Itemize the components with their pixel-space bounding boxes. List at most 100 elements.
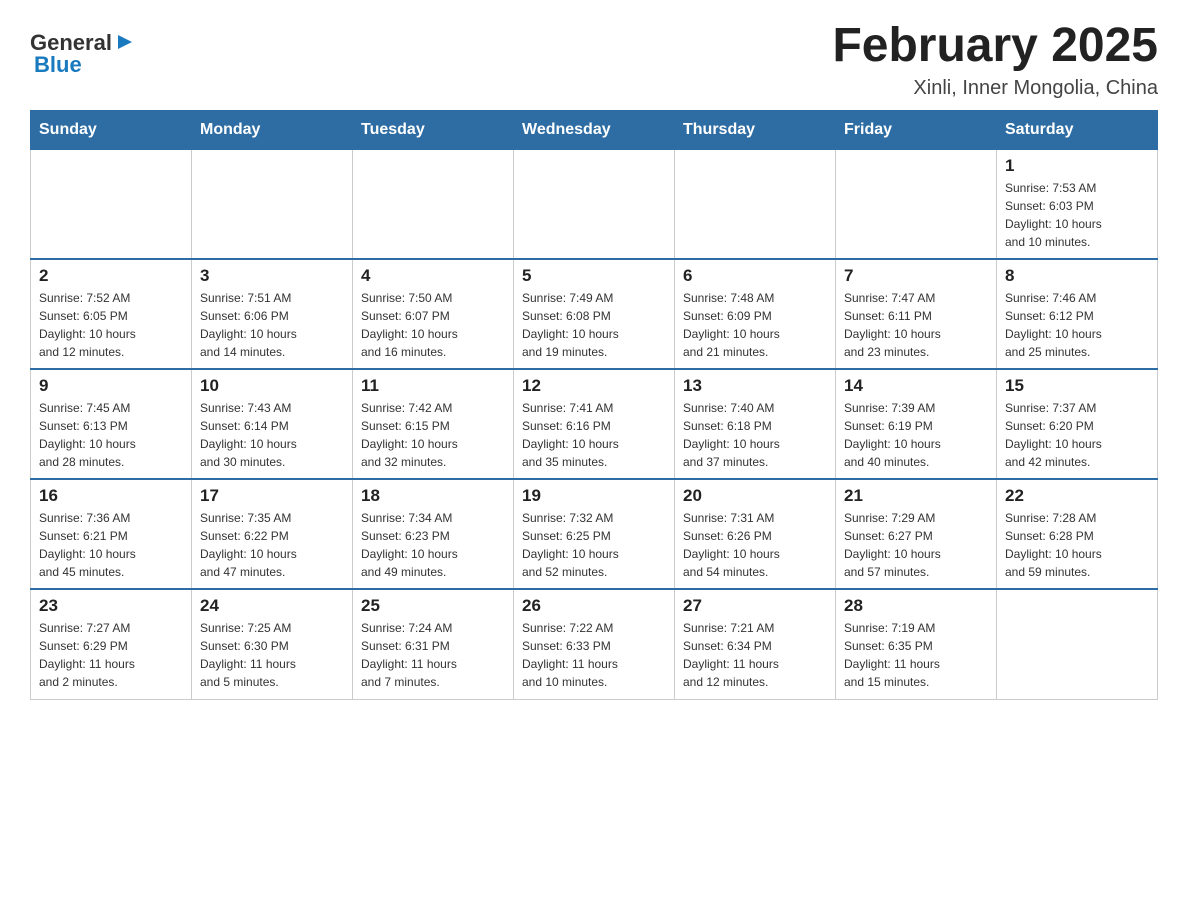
day-number: 1 <box>1005 156 1149 176</box>
calendar-header-row: SundayMondayTuesdayWednesdayThursdayFrid… <box>31 110 1158 149</box>
calendar-week-row: 16 Sunrise: 7:36 AMSunset: 6:21 PMDayligh… <box>31 479 1158 589</box>
day-of-week-header: Tuesday <box>353 110 514 149</box>
day-number: 5 <box>522 266 666 286</box>
month-title: February 2025 <box>832 20 1158 73</box>
calendar-week-row: 1 Sunrise: 7:53 AMSunset: 6:03 PMDaylight… <box>31 149 1158 259</box>
calendar-cell: 18 Sunrise: 7:34 AMSunset: 6:23 PMDayligh… <box>353 479 514 589</box>
day-info: Sunrise: 7:53 AMSunset: 6:03 PMDaylight:… <box>1005 179 1149 251</box>
calendar-cell <box>836 149 997 259</box>
calendar-cell: 26 Sunrise: 7:22 AMSunset: 6:33 PMDayligh… <box>514 589 675 699</box>
calendar-cell <box>31 149 192 259</box>
calendar-cell: 28 Sunrise: 7:19 AMSunset: 6:35 PMDayligh… <box>836 589 997 699</box>
day-info: Sunrise: 7:35 AMSunset: 6:22 PMDaylight:… <box>200 509 344 581</box>
day-of-week-header: Wednesday <box>514 110 675 149</box>
day-number: 26 <box>522 596 666 616</box>
day-info: Sunrise: 7:47 AMSunset: 6:11 PMDaylight:… <box>844 289 988 361</box>
day-number: 19 <box>522 486 666 506</box>
day-info: Sunrise: 7:49 AMSunset: 6:08 PMDaylight:… <box>522 289 666 361</box>
calendar: SundayMondayTuesdayWednesdayThursdayFrid… <box>30 110 1158 700</box>
day-info: Sunrise: 7:51 AMSunset: 6:06 PMDaylight:… <box>200 289 344 361</box>
day-info: Sunrise: 7:24 AMSunset: 6:31 PMDaylight:… <box>361 619 505 691</box>
calendar-cell: 3 Sunrise: 7:51 AMSunset: 6:06 PMDaylight… <box>192 259 353 369</box>
day-number: 8 <box>1005 266 1149 286</box>
calendar-cell: 10 Sunrise: 7:43 AMSunset: 6:14 PMDayligh… <box>192 369 353 479</box>
day-of-week-header: Thursday <box>675 110 836 149</box>
calendar-cell: 13 Sunrise: 7:40 AMSunset: 6:18 PMDayligh… <box>675 369 836 479</box>
day-info: Sunrise: 7:52 AMSunset: 6:05 PMDaylight:… <box>39 289 183 361</box>
day-number: 23 <box>39 596 183 616</box>
location: Xinli, Inner Mongolia, China <box>832 77 1158 100</box>
calendar-cell: 19Sunrise: 7:32 AMSunset: 6:25 PMDayligh… <box>514 479 675 589</box>
logo: General Blue <box>30 30 136 78</box>
calendar-cell: 6 Sunrise: 7:48 AMSunset: 6:09 PMDaylight… <box>675 259 836 369</box>
day-info: Sunrise: 7:37 AMSunset: 6:20 PMDaylight:… <box>1005 399 1149 471</box>
day-number: 17 <box>200 486 344 506</box>
day-info: Sunrise: 7:29 AMSunset: 6:27 PMDaylight:… <box>844 509 988 581</box>
calendar-cell: 24 Sunrise: 7:25 AMSunset: 6:30 PMDayligh… <box>192 589 353 699</box>
calendar-cell: 27Sunrise: 7:21 AMSunset: 6:34 PMDayligh… <box>675 589 836 699</box>
day-number: 15 <box>1005 376 1149 396</box>
day-info: Sunrise: 7:21 AMSunset: 6:34 PMDaylight:… <box>683 619 827 691</box>
day-info: Sunrise: 7:22 AMSunset: 6:33 PMDaylight:… <box>522 619 666 691</box>
day-info: Sunrise: 7:48 AMSunset: 6:09 PMDaylight:… <box>683 289 827 361</box>
day-info: Sunrise: 7:36 AMSunset: 6:21 PMDaylight:… <box>39 509 183 581</box>
calendar-cell: 2 Sunrise: 7:52 AMSunset: 6:05 PMDaylight… <box>31 259 192 369</box>
day-of-week-header: Saturday <box>997 110 1158 149</box>
day-info: Sunrise: 7:31 AMSunset: 6:26 PMDaylight:… <box>683 509 827 581</box>
day-info: Sunrise: 7:19 AMSunset: 6:35 PMDaylight:… <box>844 619 988 691</box>
day-number: 20 <box>683 486 827 506</box>
day-number: 11 <box>361 376 505 396</box>
day-number: 24 <box>200 596 344 616</box>
calendar-cell <box>353 149 514 259</box>
calendar-week-row: 9 Sunrise: 7:45 AMSunset: 6:13 PMDaylight… <box>31 369 1158 479</box>
day-info: Sunrise: 7:25 AMSunset: 6:30 PMDaylight:… <box>200 619 344 691</box>
day-of-week-header: Friday <box>836 110 997 149</box>
day-info: Sunrise: 7:46 AMSunset: 6:12 PMDaylight:… <box>1005 289 1149 361</box>
day-number: 25 <box>361 596 505 616</box>
calendar-cell: 12Sunrise: 7:41 AMSunset: 6:16 PMDayligh… <box>514 369 675 479</box>
logo-blue: Blue <box>34 52 82 78</box>
day-number: 12 <box>522 376 666 396</box>
logo-arrow-icon <box>114 31 136 53</box>
calendar-cell: 5 Sunrise: 7:49 AMSunset: 6:08 PMDaylight… <box>514 259 675 369</box>
calendar-cell <box>997 589 1158 699</box>
day-of-week-header: Sunday <box>31 110 192 149</box>
day-number: 9 <box>39 376 183 396</box>
day-info: Sunrise: 7:43 AMSunset: 6:14 PMDaylight:… <box>200 399 344 471</box>
day-number: 28 <box>844 596 988 616</box>
calendar-week-row: 2 Sunrise: 7:52 AMSunset: 6:05 PMDaylight… <box>31 259 1158 369</box>
day-number: 3 <box>200 266 344 286</box>
calendar-cell: 11 Sunrise: 7:42 AMSunset: 6:15 PMDayligh… <box>353 369 514 479</box>
day-number: 14 <box>844 376 988 396</box>
day-info: Sunrise: 7:34 AMSunset: 6:23 PMDaylight:… <box>361 509 505 581</box>
calendar-cell: 4Sunrise: 7:50 AMSunset: 6:07 PMDaylight… <box>353 259 514 369</box>
day-number: 2 <box>39 266 183 286</box>
day-info: Sunrise: 7:42 AMSunset: 6:15 PMDaylight:… <box>361 399 505 471</box>
day-info: Sunrise: 7:40 AMSunset: 6:18 PMDaylight:… <box>683 399 827 471</box>
calendar-cell: 22 Sunrise: 7:28 AMSunset: 6:28 PMDayligh… <box>997 479 1158 589</box>
calendar-cell: 20 Sunrise: 7:31 AMSunset: 6:26 PMDayligh… <box>675 479 836 589</box>
calendar-cell: 23 Sunrise: 7:27 AMSunset: 6:29 PMDayligh… <box>31 589 192 699</box>
day-info: Sunrise: 7:45 AMSunset: 6:13 PMDaylight:… <box>39 399 183 471</box>
day-number: 10 <box>200 376 344 396</box>
day-number: 22 <box>1005 486 1149 506</box>
page-header: General Blue February 2025 Xinli, Inner … <box>30 20 1158 100</box>
day-number: 13 <box>683 376 827 396</box>
title-block: February 2025 Xinli, Inner Mongolia, Chi… <box>832 20 1158 100</box>
day-info: Sunrise: 7:28 AMSunset: 6:28 PMDaylight:… <box>1005 509 1149 581</box>
day-number: 16 <box>39 486 183 506</box>
calendar-cell <box>675 149 836 259</box>
calendar-week-row: 23 Sunrise: 7:27 AMSunset: 6:29 PMDayligh… <box>31 589 1158 699</box>
calendar-cell: 16 Sunrise: 7:36 AMSunset: 6:21 PMDayligh… <box>31 479 192 589</box>
calendar-cell: 7 Sunrise: 7:47 AMSunset: 6:11 PMDaylight… <box>836 259 997 369</box>
calendar-cell: 14Sunrise: 7:39 AMSunset: 6:19 PMDayligh… <box>836 369 997 479</box>
day-info: Sunrise: 7:27 AMSunset: 6:29 PMDaylight:… <box>39 619 183 691</box>
calendar-cell: 15 Sunrise: 7:37 AMSunset: 6:20 PMDayligh… <box>997 369 1158 479</box>
day-number: 7 <box>844 266 988 286</box>
day-number: 6 <box>683 266 827 286</box>
calendar-cell: 8 Sunrise: 7:46 AMSunset: 6:12 PMDaylight… <box>997 259 1158 369</box>
calendar-cell: 25 Sunrise: 7:24 AMSunset: 6:31 PMDayligh… <box>353 589 514 699</box>
day-number: 18 <box>361 486 505 506</box>
day-number: 4 <box>361 266 505 286</box>
day-of-week-header: Monday <box>192 110 353 149</box>
